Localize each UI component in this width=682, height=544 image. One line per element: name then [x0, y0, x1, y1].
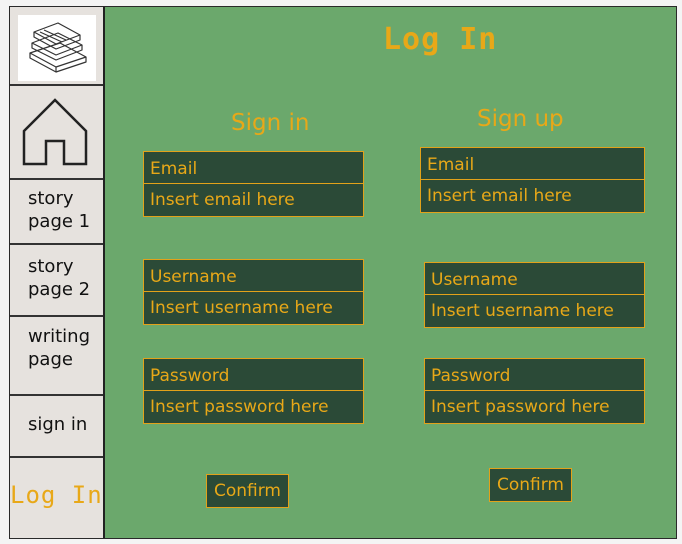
divider [10, 315, 103, 317]
sign-in-username-input[interactable] [144, 292, 363, 324]
home-button[interactable] [22, 97, 88, 171]
divider [10, 243, 103, 245]
sign-up-title: Sign up [477, 106, 564, 132]
sign-up-email-input[interactable] [421, 180, 644, 212]
logo [18, 15, 96, 81]
sign-in-password-input[interactable] [144, 391, 363, 423]
sign-in-email-input[interactable] [144, 184, 363, 216]
sign-up-username-field: Username [424, 262, 645, 328]
home-icon [22, 98, 88, 166]
email-label: Email [144, 152, 363, 184]
sign-up-password-input[interactable] [425, 391, 644, 423]
page-title: Log In [383, 22, 498, 57]
sign-in-confirm-button[interactable]: Confirm [206, 474, 289, 508]
username-label: Username [425, 263, 644, 295]
sign-up-password-field: Password [424, 358, 645, 424]
sidebar-item-log-in[interactable]: Log In [10, 481, 105, 509]
books-stack-icon [29, 22, 87, 73]
sidebar-item-story-page-1[interactable]: story page 1 [28, 187, 103, 233]
divider [10, 84, 103, 86]
sign-in-email-field: Email [143, 151, 364, 217]
sidebar-item-story-page-2[interactable]: story page 2 [28, 255, 103, 301]
sidebar-item-writing-page[interactable]: writing page [28, 325, 103, 371]
divider [10, 456, 103, 458]
sign-up-username-input[interactable] [425, 295, 644, 327]
sign-up-confirm-button[interactable]: Confirm [489, 468, 572, 502]
sidebar-item-sign-in[interactable]: sign in [28, 413, 103, 436]
email-label: Email [421, 148, 644, 180]
sign-in-username-field: Username [143, 259, 364, 325]
sign-in-password-field: Password [143, 358, 364, 424]
sign-up-email-field: Email [420, 147, 645, 213]
sign-in-title: Sign in [231, 110, 310, 136]
username-label: Username [144, 260, 363, 292]
password-label: Password [425, 359, 644, 391]
divider [10, 394, 103, 396]
sidebar: story page 1 story page 2 writing page s… [10, 7, 105, 538]
password-label: Password [144, 359, 363, 391]
divider [10, 178, 103, 180]
